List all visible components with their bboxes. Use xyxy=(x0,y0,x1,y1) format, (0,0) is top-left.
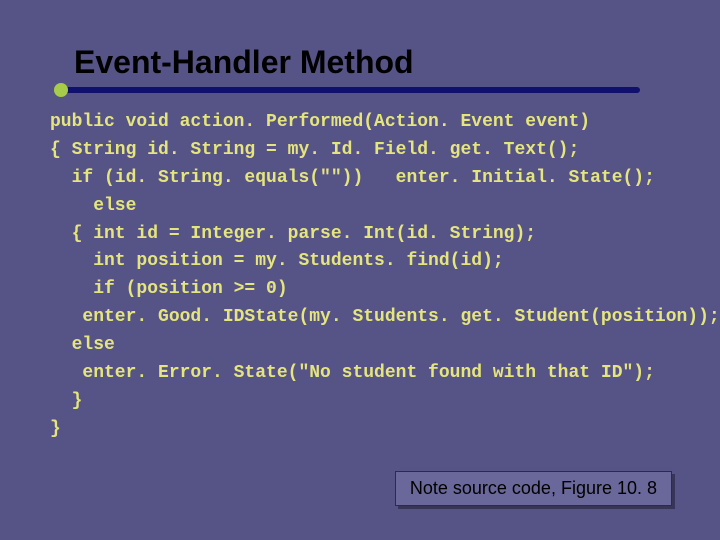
code-line: { String id. String = my. Id. Field. get… xyxy=(50,140,579,160)
code-line: else xyxy=(50,196,136,216)
code-line: if (position >= 0) xyxy=(50,279,288,299)
title-bullet-icon xyxy=(54,83,68,97)
slide-title: Event-Handler Method xyxy=(50,44,670,81)
code-line: else xyxy=(50,335,115,355)
code-line: } xyxy=(50,419,61,439)
code-line: public void action. Performed(Action. Ev… xyxy=(50,112,590,132)
code-line: { int id = Integer. parse. Int(id. Strin… xyxy=(50,224,536,244)
code-line: enter. Error. State("No student found wi… xyxy=(50,363,655,383)
code-line: int position = my. Students. find(id); xyxy=(50,251,504,271)
note-box: Note source code, Figure 10. 8 xyxy=(395,471,672,506)
code-block: public void action. Performed(Action. Ev… xyxy=(50,109,670,444)
slide: Event-Handler Method public void action.… xyxy=(0,0,720,540)
code-line: } xyxy=(50,391,82,411)
code-line: enter. Good. IDState(my. Students. get. … xyxy=(50,307,720,327)
title-wrap: Event-Handler Method xyxy=(50,44,670,81)
note-text: Note source code, Figure 10. 8 xyxy=(410,478,657,498)
title-underline xyxy=(58,87,640,93)
code-line: if (id. String. equals("")) enter. Initi… xyxy=(50,168,655,188)
